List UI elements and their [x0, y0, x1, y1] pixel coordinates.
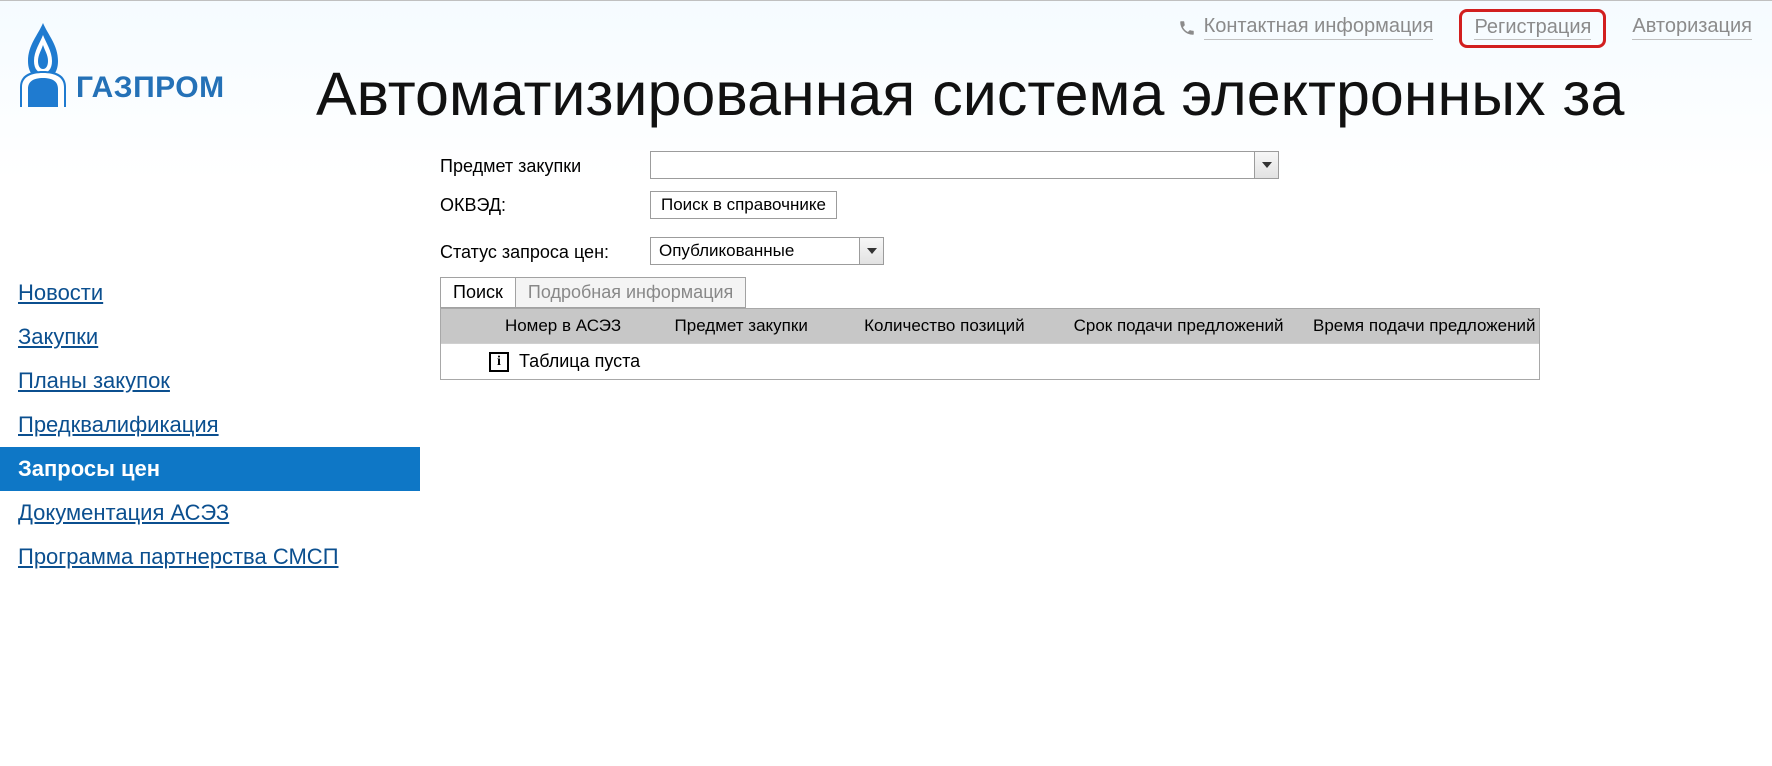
tabs: Поиск Подробная информация — [440, 277, 1740, 308]
col-subject: Предмет закупки — [661, 316, 851, 336]
nav-docs[interactable]: Документация АСЭЗ — [0, 491, 420, 535]
subject-input[interactable] — [650, 151, 1255, 179]
tab-details[interactable]: Подробная информация — [516, 277, 746, 308]
label-status: Статус запроса цен: — [440, 242, 650, 263]
info-icon: i — [489, 352, 509, 372]
status-input[interactable] — [650, 237, 860, 265]
phone-icon — [1178, 19, 1196, 37]
register-link[interactable]: Регистрация — [1474, 16, 1591, 40]
col-count: Количество позиций — [850, 316, 1060, 336]
label-subject: Предмет закупки — [440, 156, 650, 177]
logo-text: ГАЗПРОМ — [76, 71, 225, 107]
subject-dropdown-button[interactable] — [1255, 151, 1279, 179]
table-header: Номер в АСЭЗ Предмет закупки Количество … — [441, 309, 1539, 343]
table-empty-text: Таблица пуста — [519, 351, 640, 372]
top-link-bar: Контактная информация Регистрация Автори… — [1178, 15, 1752, 40]
row-status: Статус запроса цен: — [440, 237, 1740, 267]
tab-search[interactable]: Поиск — [440, 277, 516, 308]
nav-partnership[interactable]: Программа партнерства СМСП — [0, 535, 420, 579]
results-table: Номер в АСЭЗ Предмет закупки Количество … — [440, 308, 1540, 380]
col-time: Время подачи предложений — [1299, 316, 1539, 336]
table-empty-row: i Таблица пуста — [441, 343, 1539, 379]
nav-news[interactable]: Новости — [0, 271, 420, 315]
login-link[interactable]: Авторизация — [1632, 15, 1752, 40]
page-title: Автоматизированная система электронных з… — [316, 59, 1624, 129]
status-dropdown-button[interactable] — [860, 237, 884, 265]
nav-procurement[interactable]: Закупки — [0, 315, 420, 359]
col-num: Номер в АСЭЗ — [491, 316, 661, 336]
subject-combo — [650, 151, 1279, 181]
col-deadline: Срок подачи предложений — [1060, 316, 1299, 336]
row-subject: Предмет закупки — [440, 151, 1740, 181]
nav-plans[interactable]: Планы закупок — [0, 359, 420, 403]
register-highlight: Регистрация — [1459, 9, 1606, 48]
flame-icon — [14, 21, 72, 107]
main-panel: Предмет закупки ОКВЭД: Поиск в справочни… — [440, 151, 1740, 380]
sidebar-nav: Новости Закупки Планы закупок Предквалиф… — [0, 271, 420, 579]
nav-prequal[interactable]: Предквалификация — [0, 403, 420, 447]
contact-link-wrap[interactable]: Контактная информация — [1178, 15, 1434, 40]
status-combo — [650, 237, 884, 267]
nav-price-requests[interactable]: Запросы цен — [0, 447, 420, 491]
logo: ГАЗПРОМ — [14, 21, 225, 107]
okved-lookup-button[interactable]: Поиск в справочнике — [650, 191, 837, 219]
row-okved: ОКВЭД: Поиск в справочнике — [440, 191, 1740, 219]
label-okved: ОКВЭД: — [440, 195, 650, 216]
contact-link[interactable]: Контактная информация — [1204, 15, 1434, 40]
